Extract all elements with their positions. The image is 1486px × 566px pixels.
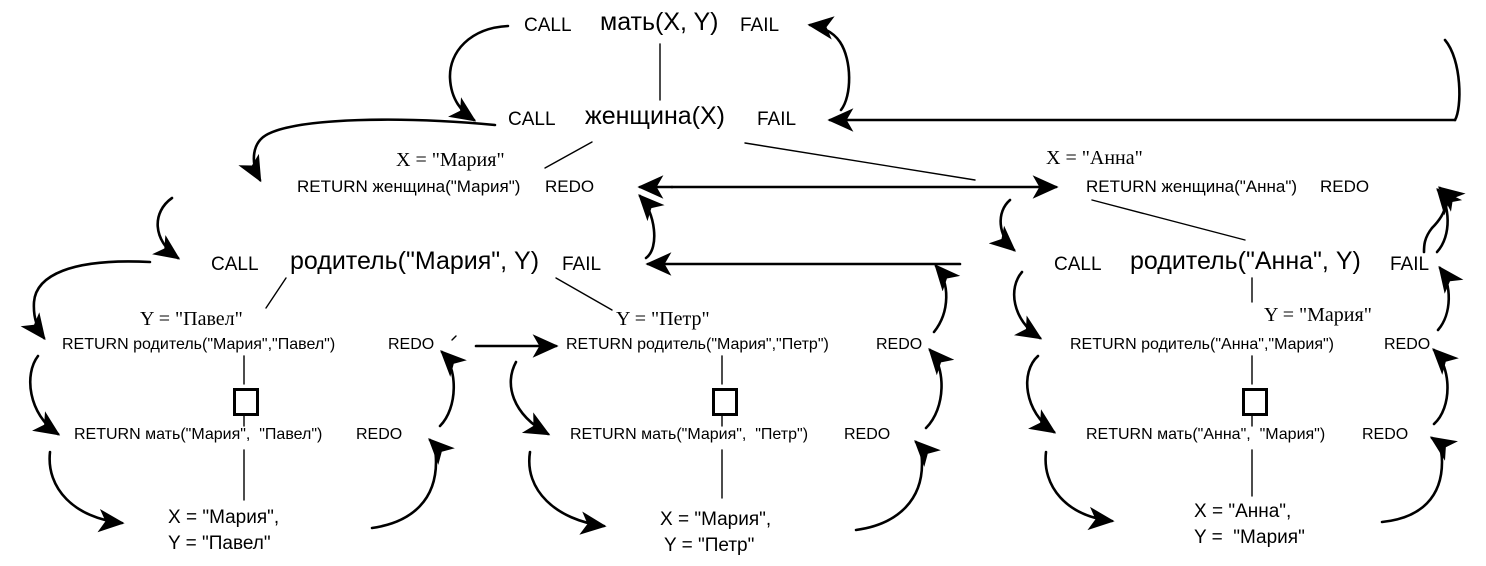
binding-y-anna-maria: Y = "Мария"	[1264, 304, 1372, 326]
goal-parent-maria: родитель("Мария", Y)	[290, 247, 540, 275]
call-keyword-mat: CALL	[524, 15, 572, 36]
return-mother-petr: RETURN мать("Мария", "Петр")	[570, 426, 809, 443]
arrow-return-parent-pavel-to-return-mother-pavel	[29, 354, 61, 436]
return-parent-anna: RETURN родитель("Анна","Мария")	[1070, 336, 1334, 353]
redo-parent-pavel: REDO	[388, 336, 435, 353]
result-y-anna: Y = "Мария"	[1194, 527, 1305, 548]
result-x-petr: X = "Мария",	[660, 509, 772, 530]
arrow-result-pavel-to-redo-mother-pavel	[370, 438, 455, 530]
arrow-return-mother-pavel-to-result	[48, 450, 125, 533]
redo-parent-anna: REDO	[1384, 336, 1431, 353]
connector-layer	[20, 16, 1466, 535]
tick-redo-pavel	[451, 335, 457, 341]
arrow-redo-mother-pavel-to-redo-parent-pavel	[438, 350, 467, 428]
goal-parent-anna: родитель("Анна", Y)	[1130, 247, 1361, 275]
arrow-redo-anna-female-up	[1430, 186, 1466, 230]
binding-x-anna: X = "Анна"	[1046, 147, 1143, 169]
binding-x-maria: X = "Мария"	[396, 149, 505, 171]
arrow-call-parent-anna-to-return-parent-anna	[1012, 270, 1043, 340]
result-y-pavel: Y = "Павел"	[168, 533, 271, 554]
tie-parent-maria-petr	[555, 277, 613, 311]
call-keyword-parent-maria: CALL	[211, 254, 259, 275]
tie-parent-maria-pavel	[265, 277, 287, 309]
return-parent-petr: RETURN родитель("Мария","Петр")	[566, 336, 829, 353]
arrow-result-petr-to-redo-mother-petr	[854, 440, 941, 532]
rail-right-top	[1443, 38, 1461, 122]
redo-mother-pavel: REDO	[356, 426, 403, 443]
result-x-anna: X = "Анна",	[1194, 501, 1292, 522]
fail-keyword-mat: FAIL	[740, 15, 780, 36]
arrow-call-mat-to-call-zhenshchina	[448, 24, 510, 122]
arrow-return-female-maria-to-call-parent-maria	[152, 196, 181, 260]
arrow-call-parent-maria-to-return-parent-petr	[509, 360, 551, 436]
fail-keyword-parent-anna: FAIL	[1390, 254, 1430, 275]
empty-goal-box-petr	[712, 388, 738, 416]
return-parent-pavel: RETURN родитель("Мария","Павел")	[62, 336, 336, 353]
return-mother-pavel: RETURN мать("Мария", "Павел")	[74, 426, 323, 443]
arrow-return-parent-anna-to-return-mother-anna	[1025, 354, 1057, 434]
empty-goal-box-pavel	[233, 388, 259, 416]
redo-mother-petr: REDO	[844, 426, 891, 443]
return-female-maria: RETURN женщина("Мария")	[297, 177, 521, 196]
redo-mother-anna: REDO	[1362, 426, 1409, 443]
tie-zhenshchina-anna	[744, 142, 976, 181]
arrow-call-anna-female-to-call-parent-anna	[988, 198, 1016, 252]
arrow-fail-parent-maria-to-redo-female-maria	[638, 194, 665, 260]
arrow-call-parent-maria-to-return-parent-pavel	[20, 260, 152, 341]
binding-y-pavel: Y = "Павел"	[140, 308, 243, 330]
arrow-redo-parent-petr-to-fail-parent-maria	[932, 264, 961, 334]
binding-y-petr: Y = "Петр"	[616, 308, 710, 330]
goal-zhenshchina: женщина(X)	[585, 102, 726, 130]
tie-anna-female-parent	[1091, 199, 1246, 241]
rail-anna-female	[1422, 226, 1434, 254]
return-female-anna: RETURN женщина("Анна")	[1086, 177, 1298, 196]
redo-female-maria: REDO	[545, 177, 595, 196]
result-y-petr: Y = "Петр"	[664, 535, 755, 556]
arrow-return-mother-petr-to-result	[527, 450, 607, 535]
redo-female-anna: REDO	[1320, 177, 1370, 196]
prolog-trace-diagram: CALL мать(X, Y) FAIL CALL женщина(X) FAI…	[0, 0, 1486, 566]
arrow-fail-zhenshchina-to-fail-mat	[807, 16, 851, 112]
call-keyword-parent-anna: CALL	[1054, 254, 1102, 275]
return-mother-anna: RETURN мать("Анна", "Мария")	[1086, 426, 1326, 443]
redo-parent-petr: REDO	[876, 336, 923, 353]
tie-zhenshchina-maria	[544, 141, 593, 169]
goal-mat: мать(X, Y)	[600, 8, 719, 36]
arrow-redo-mother-petr-to-redo-parent-petr	[924, 348, 955, 430]
arrow-result-anna-to-redo-mother-anna	[1380, 436, 1458, 524]
fail-keyword-zhenshchina: FAIL	[757, 109, 797, 130]
fail-keyword-parent-maria: FAIL	[562, 254, 602, 275]
arrow-return-mother-anna-to-result-anna	[1044, 450, 1115, 531]
arrow-redo-parent-anna-to-fail-parent-anna	[1436, 265, 1464, 332]
call-keyword-zhenshchina: CALL	[508, 109, 556, 130]
result-x-pavel: X = "Мария",	[168, 507, 280, 528]
empty-goal-box-anna	[1242, 388, 1268, 416]
arrow-redo-mother-anna-to-redo-parent-anna	[1432, 348, 1459, 426]
